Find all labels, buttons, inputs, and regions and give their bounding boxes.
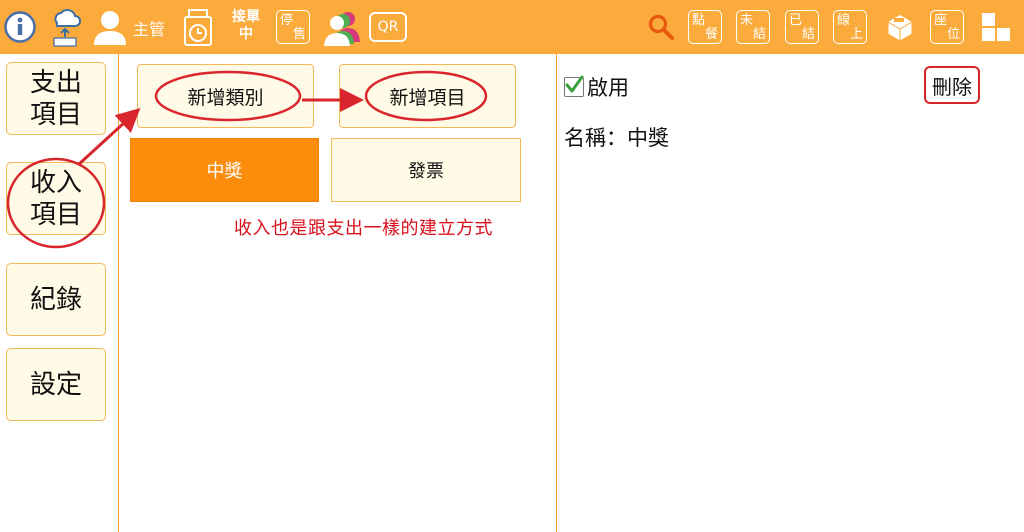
delete-button[interactable]: 刪除 xyxy=(924,66,980,104)
members-icon[interactable] xyxy=(322,7,362,47)
top-toolbar: 主管 接單中 停 售 QR 點 餐 未 結 已 結 線 上 座 位 xyxy=(0,0,1024,54)
sidebar-item-label: 收入 項目 xyxy=(29,167,82,230)
sidebar-item-label: 支出 項目 xyxy=(29,67,82,130)
category-panel: 新增類別 新增項目 中獎 發票 收入也是跟支出一樣的建立方式 xyxy=(120,54,557,532)
checkmark-icon xyxy=(565,75,584,93)
user-role-label: 主管 xyxy=(133,20,166,39)
online-icon[interactable]: 線 上 xyxy=(833,10,867,44)
sidebar-item-settings[interactable]: 設定 xyxy=(6,348,106,421)
category-button-invoice[interactable]: 發票 xyxy=(331,138,521,202)
sidebar-item-label: 紀錄 xyxy=(29,284,82,315)
add-category-button[interactable]: 新增類別 xyxy=(137,64,314,128)
enable-checkbox[interactable] xyxy=(564,75,584,97)
sidebar: 支出 項目 收入 項目 紀錄 設定 xyxy=(0,54,119,532)
accepting-orders-label[interactable]: 接單中 xyxy=(226,9,266,43)
sidebar-item-income[interactable]: 收入 項目 xyxy=(6,162,106,235)
name-prefix: 名稱： xyxy=(564,126,627,150)
add-item-button[interactable]: 新增項目 xyxy=(339,64,516,128)
clock-printer-icon[interactable] xyxy=(180,7,216,47)
sidebar-item-expense[interactable]: 支出 項目 xyxy=(6,62,106,135)
name-value: 中獎 xyxy=(627,126,669,150)
app-root: 主管 接單中 停 售 QR 點 餐 未 結 已 結 線 上 座 位 支出 項目 … xyxy=(0,0,1024,532)
category-button-prize[interactable]: 中獎 xyxy=(130,138,319,202)
enable-label: 啟用 xyxy=(587,76,629,100)
enable-toggle[interactable]: 啟用 xyxy=(564,72,629,102)
cash-drawer-icon[interactable] xyxy=(882,7,918,47)
sidebar-item-label: 設定 xyxy=(29,369,82,400)
user-icon[interactable] xyxy=(90,7,130,47)
cloud-upload-icon[interactable] xyxy=(48,7,82,47)
name-field: 名稱：中獎 xyxy=(564,122,669,152)
info-icon[interactable] xyxy=(2,7,38,47)
unsettled-icon[interactable]: 未 結 xyxy=(736,10,770,44)
annotation-hint: 收入也是跟支出一樣的建立方式 xyxy=(234,218,493,239)
settled-icon[interactable]: 已 結 xyxy=(785,10,819,44)
order-icon[interactable]: 點 餐 xyxy=(688,10,722,44)
detail-panel: 啟用 刪除 名稱：中獎 xyxy=(558,54,1024,532)
stop-sale-icon[interactable]: 停 售 xyxy=(276,10,310,44)
search-icon[interactable] xyxy=(646,7,676,47)
qr-code-icon[interactable]: QR xyxy=(368,7,408,47)
seat-icon[interactable]: 座 位 xyxy=(930,10,964,44)
sidebar-item-records[interactable]: 紀錄 xyxy=(6,263,106,336)
layout-grid-icon[interactable] xyxy=(980,7,1012,47)
